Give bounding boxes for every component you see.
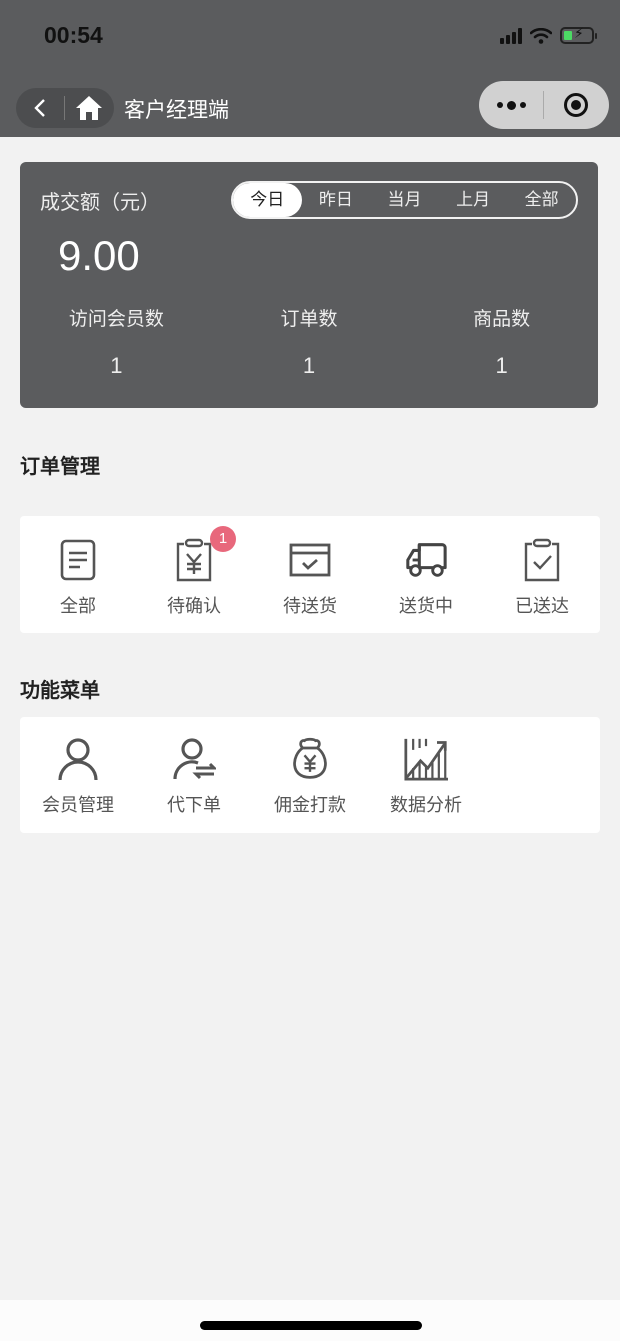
- battery-charging-icon: ⚡: [560, 26, 597, 44]
- order-section-title: 订单管理: [20, 454, 100, 478]
- menu-data-analysis[interactable]: 数据分析: [368, 737, 484, 833]
- home-icon: [76, 96, 102, 120]
- metric-orders: 订单数 1: [213, 304, 406, 379]
- amount-label: 成交额（元）: [40, 190, 160, 214]
- order-label: 全部: [60, 596, 96, 617]
- page-title: 客户经理端: [124, 98, 229, 122]
- menu-label: 会员管理: [42, 795, 114, 816]
- metric-value: 1: [302, 353, 316, 378]
- metric-label: 订单数: [280, 308, 338, 330]
- order-label: 已送达: [515, 596, 569, 617]
- tab-today[interactable]: 今日: [233, 183, 302, 217]
- chart-trend-icon: [404, 738, 448, 781]
- mini-program-capsule: [479, 81, 609, 129]
- clipboard-check-icon: [524, 538, 560, 582]
- nav-pill: [16, 88, 114, 128]
- wifi-icon: [530, 27, 552, 44]
- menu-place-order[interactable]: 代下单: [136, 737, 252, 833]
- chevron-left-icon: [34, 99, 45, 117]
- metric-label: 访问会员数: [68, 308, 164, 330]
- metrics-row: 访问会员数 1 订单数 1 商品数 1: [20, 304, 598, 379]
- clipboard-yen-icon: [176, 538, 212, 582]
- order-pending-confirm[interactable]: 1 待确认: [136, 526, 252, 633]
- more-button[interactable]: [479, 100, 543, 110]
- order-label: 送货中: [399, 596, 453, 617]
- range-tabs: 今日 昨日 当月 上月 全部: [231, 181, 578, 219]
- home-indicator-area: [0, 1300, 620, 1341]
- order-all[interactable]: 全部: [20, 538, 136, 633]
- home-button[interactable]: [65, 88, 113, 128]
- close-button[interactable]: [544, 93, 608, 117]
- user-exchange-icon: [173, 738, 216, 780]
- truck-icon: [406, 543, 447, 577]
- menu-label: 佣金打款: [274, 795, 346, 816]
- tab-yesterday[interactable]: 昨日: [302, 183, 371, 217]
- metric-label: 商品数: [473, 308, 531, 330]
- status-icons: ⚡: [500, 26, 597, 44]
- box-check-icon: [289, 543, 331, 577]
- amount-value: 9.00: [58, 232, 140, 279]
- order-delivering[interactable]: 送货中: [368, 538, 484, 633]
- tab-this-month[interactable]: 当月: [370, 183, 439, 217]
- order-label: 待确认: [167, 596, 221, 617]
- menu-label: 数据分析: [390, 795, 462, 816]
- pending-count-badge: 1: [210, 526, 236, 552]
- tab-all[interactable]: 全部: [507, 183, 576, 217]
- menu-label: 代下单: [167, 795, 221, 816]
- stats-card: 成交额（元） 9.00 今日 昨日 当月 上月 全部 访问会员数 1 订单数 1…: [20, 162, 598, 408]
- order-delivered[interactable]: 已送达: [484, 538, 600, 633]
- home-indicator[interactable]: [200, 1321, 422, 1330]
- function-section-title: 功能菜单: [20, 678, 100, 702]
- back-button[interactable]: [16, 88, 64, 128]
- order-pending-delivery[interactable]: 待送货: [252, 538, 368, 633]
- metric-value: 1: [495, 353, 508, 378]
- order-panel: 全部 1 待确认 待送货 送货中 已送达: [20, 516, 600, 633]
- top-bar: 00:54 ⚡ 客户经理端: [0, 0, 620, 137]
- function-panel: 会员管理 代下单 佣金打款 数据分析: [20, 717, 600, 833]
- metric-value: 1: [110, 353, 123, 378]
- metric-visitors: 访问会员数 1: [20, 304, 213, 379]
- menu-commission-payout[interactable]: 佣金打款: [252, 737, 368, 833]
- target-icon: [564, 93, 588, 117]
- document-list-icon: [60, 539, 96, 581]
- user-icon: [58, 738, 98, 781]
- signal-icon: [500, 27, 522, 44]
- order-label: 待送货: [283, 596, 337, 617]
- metric-products: 商品数 1: [405, 304, 598, 379]
- status-time: 00:54: [44, 22, 103, 48]
- money-bag-icon: [293, 737, 327, 779]
- menu-member-management[interactable]: 会员管理: [20, 737, 136, 833]
- tab-last-month[interactable]: 上月: [439, 183, 508, 217]
